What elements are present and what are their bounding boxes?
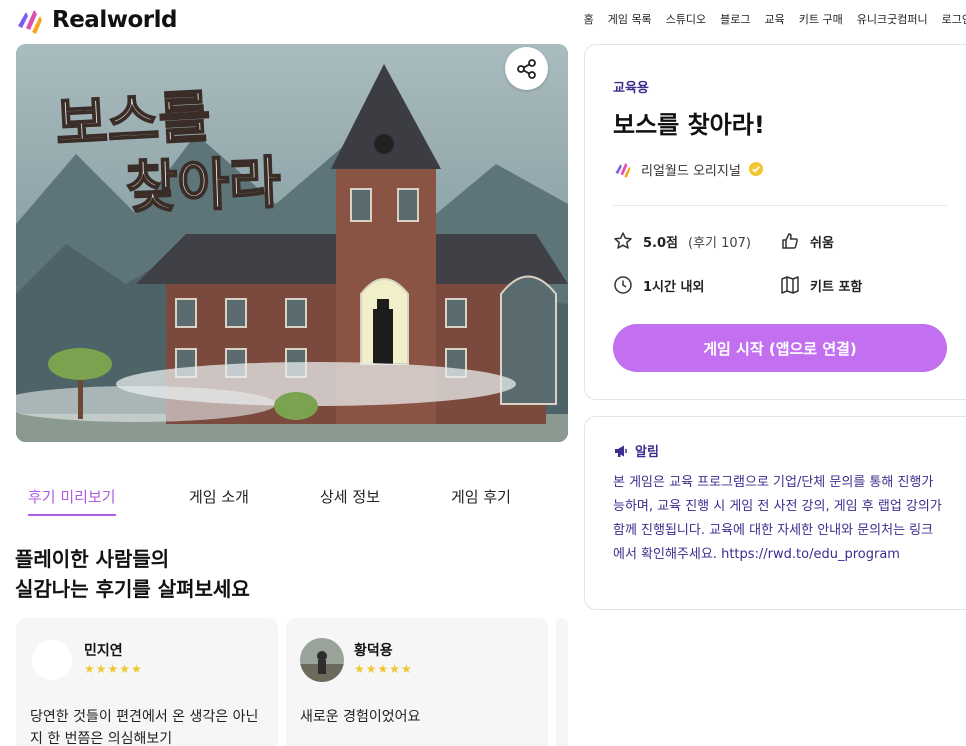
avatar-photo-icon bbox=[300, 638, 344, 682]
star-icon bbox=[614, 232, 632, 249]
review-count[interactable]: (후기 107) bbox=[688, 232, 751, 251]
reviewer-avatar bbox=[300, 638, 344, 682]
difficulty-value: 쉬움 bbox=[810, 235, 834, 251]
notice-card: 알림 본 게임은 교육 프로그램으로 기업/단체 문의를 통해 진행가능하며, … bbox=[584, 416, 966, 610]
nav-company[interactable]: 유니크굿컴퍼니 bbox=[857, 11, 928, 27]
top-header: Realworld 홈 게임 목록 스튜디오 블로그 교육 키트 구매 유니크굿… bbox=[0, 0, 966, 40]
cover-title-line1: 보스를 bbox=[54, 84, 212, 158]
megaphone-icon bbox=[615, 445, 627, 457]
cover-illustration: 보스를 찾아라 bbox=[16, 44, 568, 442]
game-cover-image: 보스를 찾아라 bbox=[16, 44, 568, 442]
game-title: 보스를 찾아라! bbox=[613, 111, 765, 139]
game-author[interactable]: 리얼월드 오리지널 bbox=[613, 159, 763, 179]
nav-kit-purchase[interactable]: 키트 구매 bbox=[799, 11, 843, 27]
notice-title: 알림 bbox=[613, 441, 659, 460]
info-divider bbox=[613, 205, 947, 206]
tab-review-preview[interactable]: 후기 미리보기 bbox=[28, 486, 116, 518]
reviews-heading: 플레이한 사람들의 실감나는 후기를 살펴보세요 bbox=[15, 544, 250, 604]
realworld-logo[interactable]: Realworld bbox=[14, 4, 177, 36]
review-text: 당연한 것들이 편견에서 온 생각은 아닌지 한 번쯤은 의심해보기 bbox=[30, 709, 259, 746]
duration-stat: 1시간 내외 bbox=[613, 275, 704, 295]
game-category: 교육용 bbox=[613, 81, 649, 96]
rating-value: 5.0점 bbox=[643, 235, 678, 251]
nav-game-list[interactable]: 게임 목록 bbox=[608, 11, 652, 27]
thumb-icon bbox=[782, 233, 798, 249]
duration-value: 1시간 내외 bbox=[643, 279, 705, 295]
kit-stat: 키트 포함 bbox=[780, 275, 862, 295]
reviewer-name: 민지연 bbox=[84, 643, 123, 659]
author-logo-icon bbox=[615, 162, 631, 178]
verified-badge-icon bbox=[748, 162, 763, 176]
tab-details[interactable]: 상세 정보 bbox=[320, 486, 380, 518]
tab-game-intro[interactable]: 게임 소개 bbox=[189, 486, 249, 518]
share-icon bbox=[516, 58, 536, 79]
nav-login[interactable]: 로그인 bbox=[942, 11, 966, 27]
reviews-heading-line1: 플레이한 사람들의 bbox=[15, 547, 170, 571]
kit-value: 키트 포함 bbox=[810, 279, 863, 295]
review-card-partial[interactable] bbox=[556, 618, 568, 746]
reviewer-name: 황덕용 bbox=[354, 643, 393, 659]
share-button[interactable] bbox=[505, 47, 548, 90]
review-text: 새로운 경험이었어요 bbox=[300, 709, 421, 725]
rating-stat: 5.0점 (후기 107) bbox=[613, 231, 751, 251]
content-tabs: 후기 미리보기 게임 소개 상세 정보 게임 후기 bbox=[16, 486, 568, 518]
logo-text: Realworld bbox=[52, 7, 177, 33]
notice-title-text: 알림 bbox=[635, 445, 659, 460]
start-game-button[interactable]: 게임 시작 (앱으로 연결) bbox=[613, 324, 947, 372]
nav-studio[interactable]: 스튜디오 bbox=[666, 11, 706, 27]
main-nav: 홈 게임 목록 스튜디오 블로그 교육 키트 구매 유니크굿컴퍼니 로그인 bbox=[584, 11, 966, 27]
map-icon bbox=[781, 276, 799, 294]
realworld-logo-icon bbox=[18, 10, 42, 34]
tab-game-reviews[interactable]: 게임 후기 bbox=[451, 486, 511, 518]
reviews-heading-line2: 실감나는 후기를 살펴보세요 bbox=[15, 577, 250, 601]
difficulty-stat: 쉬움 bbox=[780, 231, 834, 251]
review-card[interactable]: 민지연 ★★★★★ 당연한 것들이 편견에서 온 생각은 아닌지 한 번쯤은 의… bbox=[16, 618, 278, 746]
nav-education[interactable]: 교육 bbox=[765, 11, 785, 27]
author-name: 리얼월드 오리지널 bbox=[641, 163, 741, 179]
notice-body: 본 게임은 교육 프로그램으로 기업/단체 문의를 통해 진행가능하며, 교육 … bbox=[613, 475, 942, 562]
avatar-placeholder-icon bbox=[30, 638, 74, 682]
nav-home[interactable]: 홈 bbox=[584, 11, 594, 27]
game-info-card: 교육용 보스를 찾아라! 리얼월드 오리지널 5.0점 (후기 107) 쉬움 bbox=[584, 44, 966, 400]
review-stars: ★★★★★ bbox=[354, 662, 413, 676]
cover-title-line2: 찾아라 bbox=[125, 150, 282, 221]
reviewer-avatar bbox=[30, 638, 74, 682]
review-card[interactable]: 황덕용 ★★★★★ 새로운 경험이었어요 bbox=[286, 618, 548, 746]
clock-icon bbox=[614, 276, 632, 294]
nav-blog[interactable]: 블로그 bbox=[720, 11, 750, 27]
review-stars: ★★★★★ bbox=[84, 662, 143, 676]
